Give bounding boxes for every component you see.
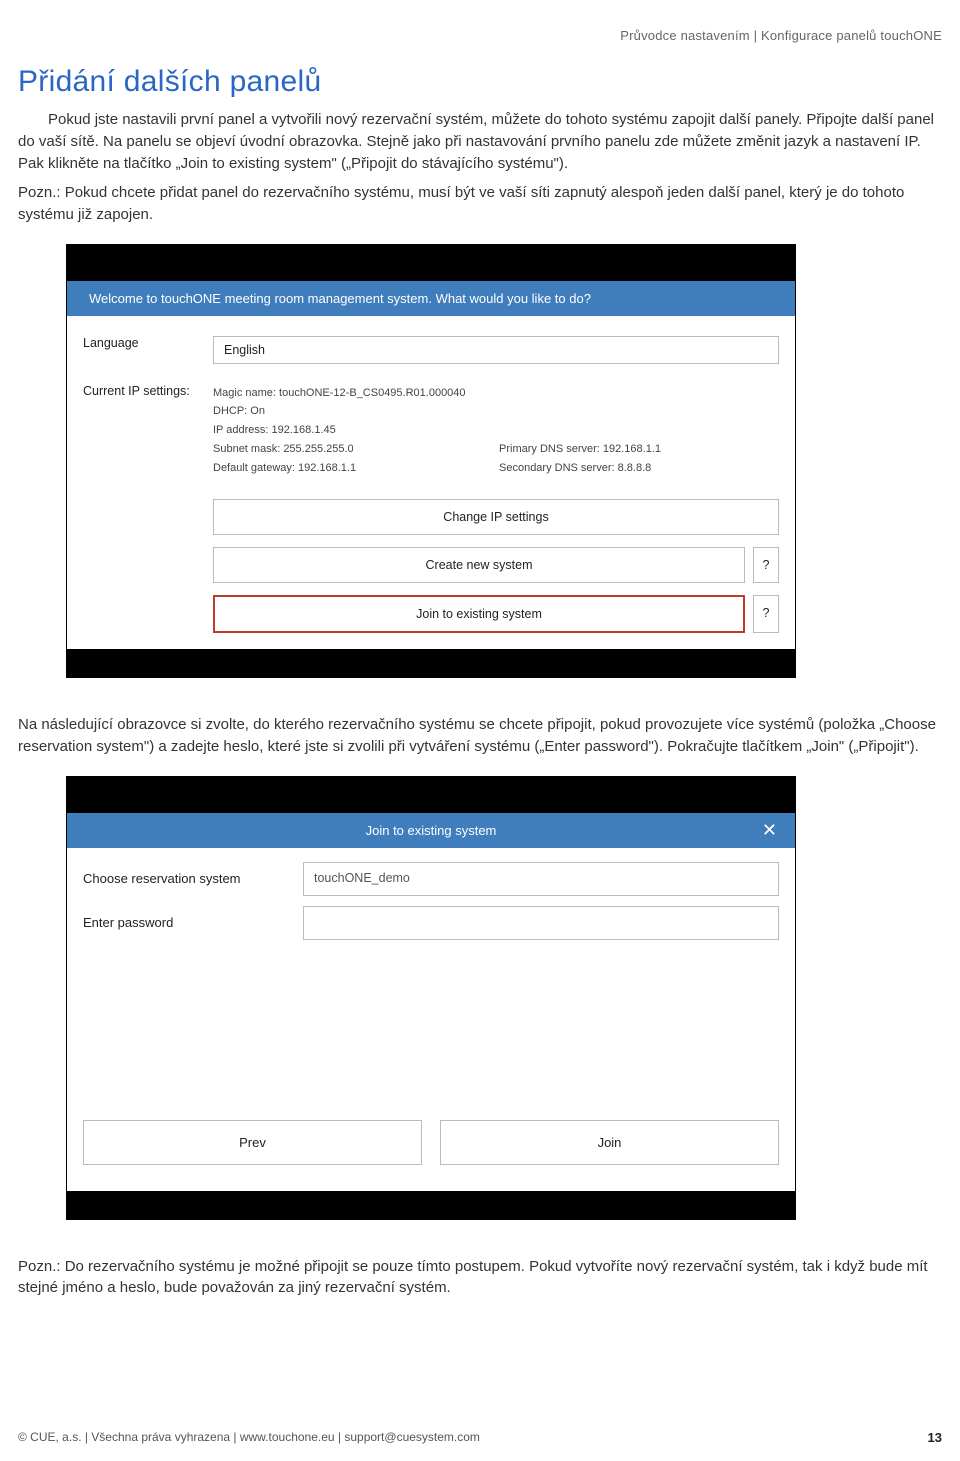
welcome-banner-text: Welcome to touchONE meeting room managem… <box>89 291 591 306</box>
intro-paragraph-2: Pozn.: Pokud chcete přidat panel do reze… <box>18 182 942 226</box>
change-ip-button[interactable]: Change IP settings <box>213 499 779 535</box>
intro-paragraph-1: Pokud jste nastavili první panel a vytvo… <box>18 109 942 174</box>
device-top-bezel <box>67 245 795 281</box>
mid-paragraph: Na následující obrazovce si zvolte, do k… <box>18 714 942 758</box>
note-paragraph: Pozn.: Do rezervačního systému je možné … <box>18 1256 942 1300</box>
footer-copyright: © CUE, a.s. | Všechna práva vyhrazena | … <box>18 1430 480 1445</box>
prev-button[interactable]: Prev <box>83 1120 422 1165</box>
ip-magic-name: Magic name: touchONE-12-B_CS0495.R01.000… <box>213 384 779 403</box>
create-help-button[interactable]: ? <box>753 547 779 583</box>
ip-subnet-mask: Subnet mask: 255.255.255.0 <box>213 440 493 459</box>
join-help-button[interactable]: ? <box>753 595 779 633</box>
ip-default-gateway: Default gateway: 192.168.1.1 <box>213 459 493 478</box>
language-select[interactable]: English <box>213 336 779 364</box>
ip-primary-dns: Primary DNS server: 192.168.1.1 <box>499 440 779 459</box>
device-top-bezel <box>67 777 795 813</box>
ip-address: IP address: 192.168.1.45 <box>213 421 779 440</box>
screenshot-welcome: Welcome to touchONE meeting room managem… <box>66 244 796 678</box>
close-icon[interactable]: ✕ <box>762 820 777 841</box>
device-bottom-bezel <box>67 649 795 677</box>
page-title: Přidání dalších panelů <box>18 65 942 99</box>
ip-secondary-dns: Secondary DNS server: 8.8.8.8 <box>499 459 779 478</box>
join-banner-text: Join to existing system <box>366 823 497 838</box>
page-footer: © CUE, a.s. | Všechna práva vyhrazena | … <box>18 1430 942 1445</box>
enter-password-input[interactable] <box>303 906 779 940</box>
page-number: 13 <box>928 1430 942 1445</box>
header-breadcrumb: Průvodce nastavením | Konfigurace panelů… <box>18 28 942 43</box>
ip-settings-readout: Magic name: touchONE-12-B_CS0495.R01.000… <box>213 384 779 477</box>
welcome-banner: Welcome to touchONE meeting room managem… <box>67 281 795 316</box>
screenshot-join: Join to existing system ✕ Choose reserva… <box>66 776 796 1220</box>
choose-system-label: Choose reservation system <box>83 871 303 886</box>
join-existing-system-button[interactable]: Join to existing system <box>213 595 745 633</box>
device-bottom-bezel <box>67 1191 795 1219</box>
enter-password-label: Enter password <box>83 915 303 930</box>
create-new-system-button[interactable]: Create new system <box>213 547 745 583</box>
join-button[interactable]: Join <box>440 1120 779 1165</box>
choose-system-select[interactable]: touchONE_demo <box>303 862 779 896</box>
language-label: Language <box>83 336 213 364</box>
ip-settings-label: Current IP settings: <box>83 384 213 398</box>
ip-dhcp: DHCP: On <box>213 402 779 421</box>
join-banner: Join to existing system ✕ <box>67 813 795 848</box>
